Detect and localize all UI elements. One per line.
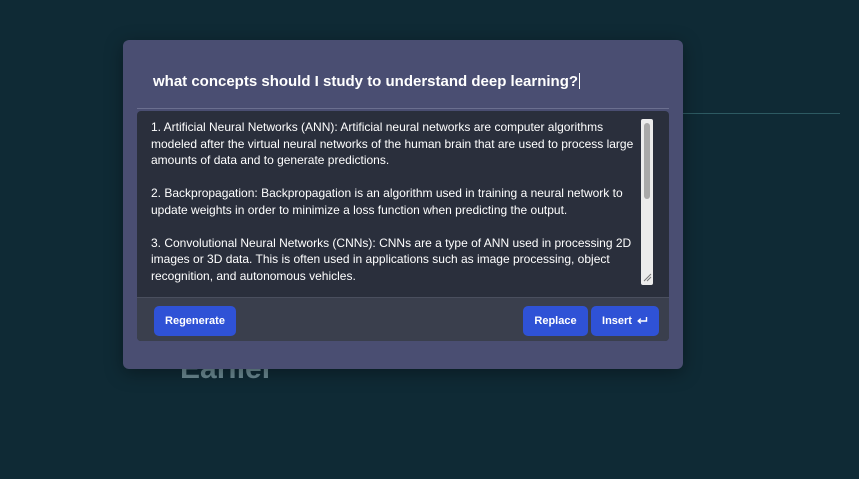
prompt-input-text: what concepts should I study to understa… [153, 72, 579, 90]
regenerate-button-label: Regenerate [165, 315, 225, 327]
result-scrollbar[interactable] [641, 119, 653, 285]
text-caret [579, 73, 581, 89]
replace-button[interactable]: Replace [523, 306, 588, 336]
ai-prompt-dialog: what concepts should I study to understa… [123, 40, 683, 369]
prompt-divider [137, 108, 669, 109]
page: Earlier what concepts should I study to … [0, 0, 859, 479]
result-panel: 1. Artificial Neural Networks (ANN): Art… [137, 111, 669, 341]
insert-button[interactable]: Insert [591, 306, 659, 336]
resize-handle-icon[interactable] [641, 271, 653, 283]
result-textarea[interactable]: 1. Artificial Neural Networks (ANN): Art… [137, 111, 641, 297]
replace-button-label: Replace [534, 315, 577, 327]
insert-button-label: Insert [602, 315, 632, 327]
scrollbar-thumb[interactable] [644, 123, 650, 199]
prompt-input[interactable]: what concepts should I study to understa… [137, 62, 667, 100]
regenerate-button[interactable]: Regenerate [154, 306, 236, 336]
return-arrow-icon [636, 316, 648, 326]
action-bar: Regenerate Replace Insert [137, 297, 669, 341]
